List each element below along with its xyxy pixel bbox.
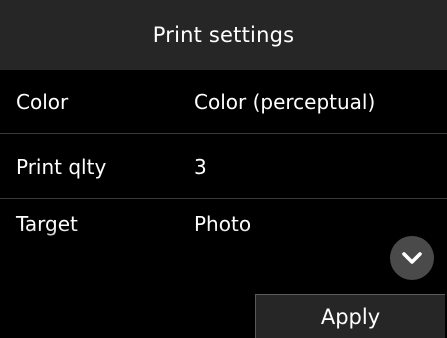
page-title: Print settings bbox=[152, 23, 295, 47]
setting-label: Target bbox=[16, 212, 78, 236]
setting-value: Color (perceptual) bbox=[194, 90, 376, 114]
chevron-down-icon bbox=[402, 252, 422, 264]
scroll-down-button[interactable] bbox=[390, 236, 434, 280]
setting-row-target[interactable]: Target Photo bbox=[0, 200, 447, 264]
apply-button[interactable]: Apply bbox=[255, 294, 445, 338]
setting-label: Print qlty bbox=[16, 155, 107, 179]
setting-label: Color bbox=[16, 90, 69, 114]
setting-value: 3 bbox=[194, 155, 207, 179]
print-settings-screen: Print settings Color Color (perceptual) … bbox=[0, 0, 447, 338]
setting-row-color[interactable]: Color Color (perceptual) bbox=[0, 70, 447, 134]
setting-row-print-quality[interactable]: Print qlty 3 bbox=[0, 135, 447, 199]
setting-value: Photo bbox=[194, 212, 252, 236]
header-bar: Print settings bbox=[0, 0, 447, 70]
apply-label: Apply bbox=[320, 304, 381, 329]
